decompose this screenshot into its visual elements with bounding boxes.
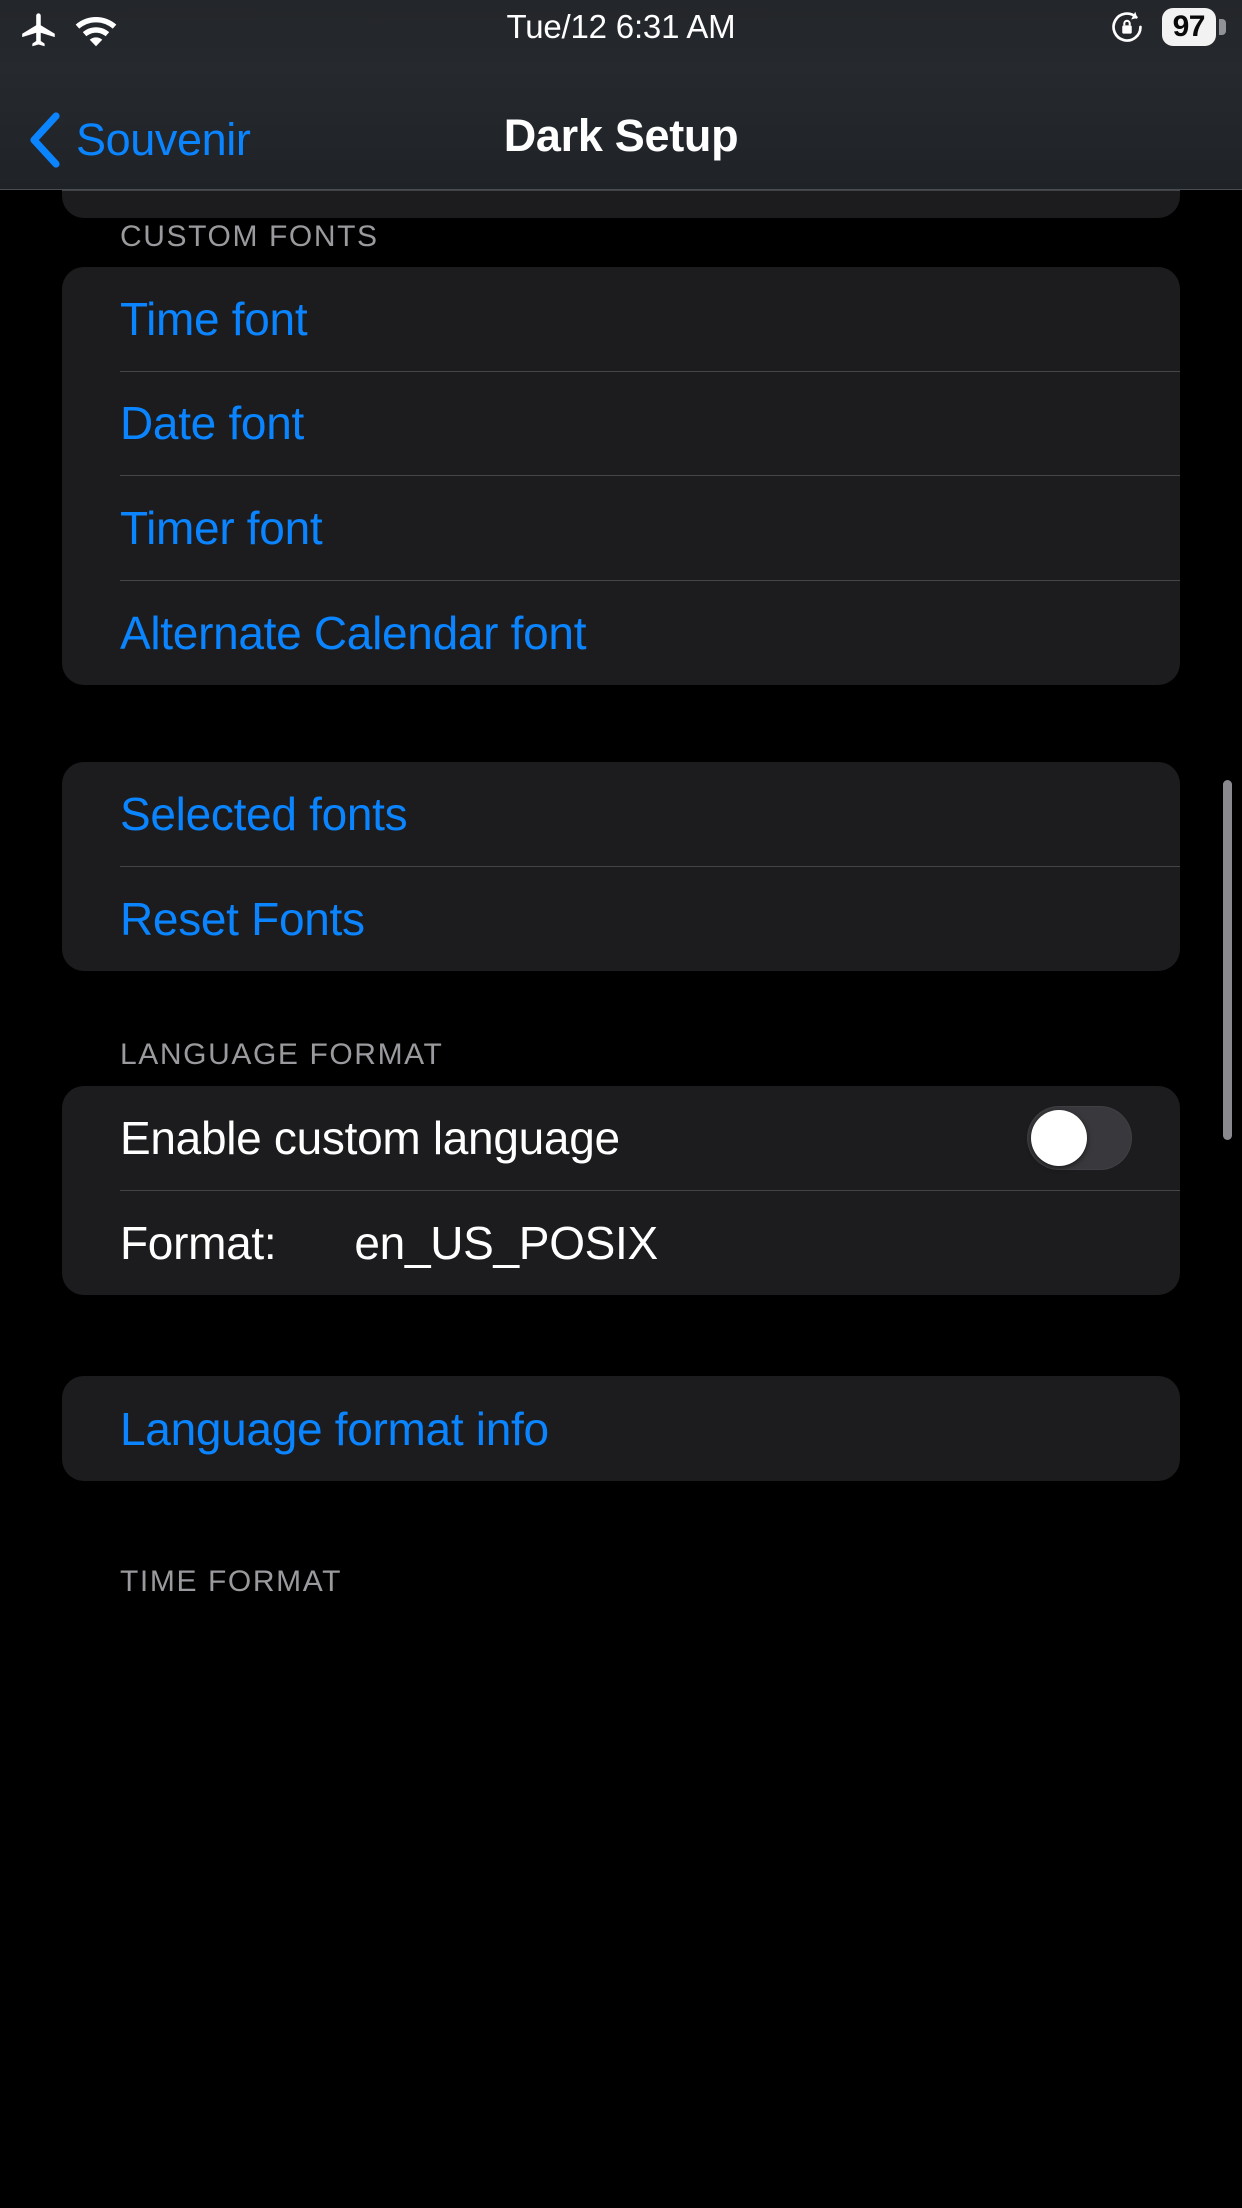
row-alternate-calendar-font-label: Alternate Calendar font xyxy=(120,606,587,659)
settings-scroll-view[interactable]: CUSTOM FONTS Time font Date font Timer f… xyxy=(0,190,1242,2208)
status-bar-datetime: Tue/12 6:31 AM xyxy=(506,8,736,45)
row-separator xyxy=(120,1190,1180,1191)
row-selected-fonts[interactable]: Selected fonts xyxy=(62,762,1180,866)
section-header-time-format: TIME FORMAT xyxy=(120,1565,343,1598)
vertical-scrollbar[interactable] xyxy=(1223,780,1232,1140)
row-enable-custom-language-label: Enable custom language xyxy=(120,1112,620,1164)
row-language-format-info[interactable]: Language format info xyxy=(62,1376,1180,1481)
row-format[interactable]: Format: en_US_POSIX xyxy=(62,1190,1180,1295)
battery-indicator: 97 xyxy=(1161,8,1226,46)
row-format-label: Format: xyxy=(120,1216,277,1269)
status-bar: Tue/12 6:31 AM 97 xyxy=(0,0,1242,62)
row-timer-font-label: Timer font xyxy=(120,501,323,554)
row-time-font[interactable]: Time font xyxy=(62,267,1180,371)
row-selected-fonts-label: Selected fonts xyxy=(120,788,408,840)
toggle-knob xyxy=(1031,1110,1087,1166)
row-timer-font[interactable]: Timer font xyxy=(62,475,1180,580)
fonts-actions-card: Selected fonts Reset Fonts xyxy=(62,762,1180,971)
section-header-custom-fonts: CUSTOM FONTS xyxy=(120,220,379,253)
language-format-card: Enable custom language Format: en_US_POS… xyxy=(62,1086,1180,1295)
rotation-lock-icon xyxy=(1108,8,1146,46)
row-separator xyxy=(120,371,1180,372)
row-alternate-calendar-font[interactable]: Alternate Calendar font xyxy=(62,580,1180,685)
status-bar-right-group: 97 xyxy=(1108,8,1226,46)
row-reset-fonts[interactable]: Reset Fonts xyxy=(62,866,1180,971)
language-format-info-card: Language format info xyxy=(62,1376,1180,1481)
enable-custom-language-toggle[interactable] xyxy=(1027,1106,1132,1170)
battery-percent-label: 97 xyxy=(1161,8,1216,46)
section-header-language-format: LANGUAGE FORMAT xyxy=(120,1038,444,1071)
row-time-font-label: Time font xyxy=(120,293,308,345)
row-date-font[interactable]: Date font xyxy=(62,371,1180,475)
page-title: Dark Setup xyxy=(503,110,739,161)
row-format-value: en_US_POSIX xyxy=(354,1216,658,1269)
navigation-bar: Souvenir Dark Setup xyxy=(0,62,1242,190)
custom-fonts-card: Time font Date font Timer font Alternate… xyxy=(62,267,1180,685)
row-enable-custom-language[interactable]: Enable custom language xyxy=(62,1086,1180,1190)
row-separator xyxy=(120,866,1180,867)
row-language-format-info-label: Language format info xyxy=(120,1402,549,1455)
row-separator xyxy=(120,475,1180,476)
row-separator xyxy=(120,580,1180,581)
previous-section-card-partial xyxy=(62,190,1180,218)
row-reset-fonts-label: Reset Fonts xyxy=(120,892,365,945)
battery-cap xyxy=(1219,19,1226,35)
row-date-font-label: Date font xyxy=(120,397,304,449)
phone-screen: Tue/12 6:31 AM 97 Souvenir Dark Setup CU… xyxy=(0,0,1242,2208)
